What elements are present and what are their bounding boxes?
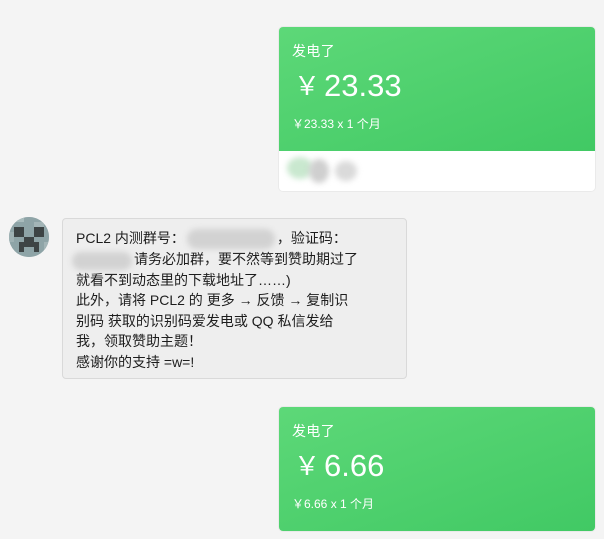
payment-card[interactable]: 发电了 ￥ 6.66 ￥6.66 x 1 个月 — [279, 407, 595, 531]
message-line: 此外，请将 PCL2 的 更多 → 反馈 → 复制识 — [76, 292, 349, 309]
redacted-group-number — [186, 229, 275, 250]
payment-card-header: 发电了 ￥ 23.33 ￥23.33 x 1 个月 — [279, 27, 595, 151]
payment-detail: ￥6.66 x 1 个月 — [292, 497, 375, 511]
message-line: 请务必加群，要不然等到赞助期过了 — [72, 249, 393, 270]
message-text: ，验证码： — [276, 230, 347, 246]
payment-card[interactable]: 发电了 ￥ 23.33 ￥23.33 x 1 个月 — [279, 27, 595, 191]
payment-card-footer — [279, 151, 595, 191]
payment-title: 发电了 — [292, 43, 335, 59]
payment-amount: 6.66 — [324, 448, 385, 483]
blurred-footer-content — [335, 161, 357, 181]
creeper-face-icon[interactable] — [9, 217, 49, 257]
message-text: 请务必加群，要不然等到赞助期过了 — [134, 251, 358, 268]
message-line: 我，领取赞助主题！ — [76, 333, 202, 350]
message-line: 就看不到动态里的下载地址了……) — [76, 271, 291, 288]
chat-window: 发电了 ￥ 23.33 ￥23.33 x 1 个月 PCL2 内测群号： ，验证… — [0, 0, 604, 539]
payment-amount: 23.33 — [324, 68, 402, 103]
payment-detail: ￥23.33 x 1 个月 — [292, 117, 381, 131]
yen-icon: ￥ — [294, 451, 321, 481]
payment-card-header: 发电了 ￥ 6.66 ￥6.66 x 1 个月 — [279, 407, 595, 531]
message-text: PCL2 内测群号： — [76, 230, 185, 246]
message-line: 感谢你的支持 =w=! — [76, 353, 195, 370]
blurred-footer-content — [309, 159, 329, 183]
payment-amount-row: ￥ 23.33 — [292, 65, 582, 107]
redacted-verification-code — [72, 251, 132, 270]
message-line: 别码 获取的识别码爱发电或 QQ 私信发给 — [76, 312, 334, 329]
message-bubble[interactable]: PCL2 内测群号： ，验证码： 请务必加群，要不然等到赞助期过了 就看不到动态里… — [62, 218, 407, 379]
payment-amount-row: ￥ 6.66 — [292, 445, 582, 487]
message-line: PCL2 内测群号： ，验证码： — [76, 228, 393, 250]
payment-title: 发电了 — [292, 423, 335, 439]
yen-icon: ￥ — [294, 71, 321, 101]
